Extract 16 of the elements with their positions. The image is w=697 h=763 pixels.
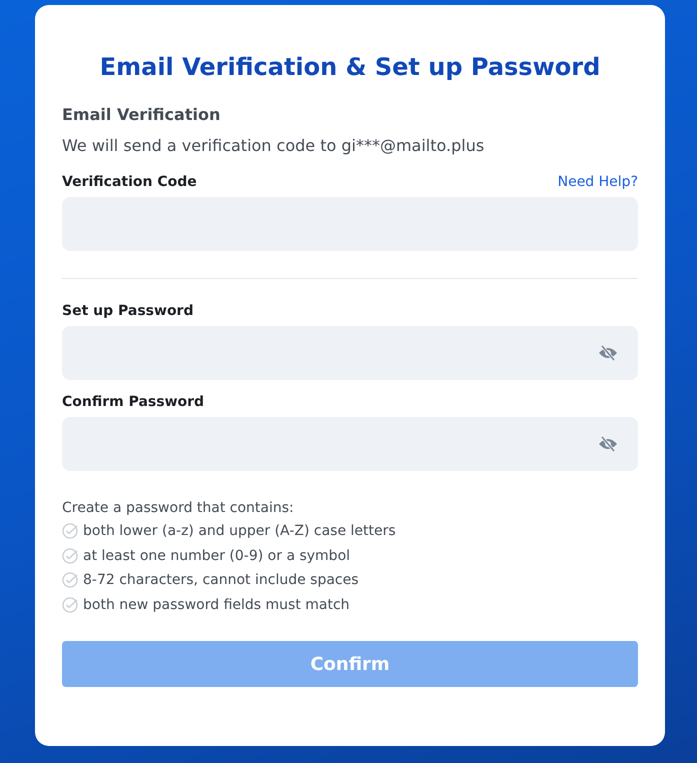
field-label: Verification Code: [62, 174, 197, 190]
field-label: Confirm Password: [62, 394, 204, 410]
help-link[interactable]: Need Help?: [558, 174, 638, 190]
eye-slash-icon[interactable]: [598, 436, 618, 452]
field-label: Set up Password: [62, 303, 194, 319]
requirement-text: both new password fields must match: [83, 596, 350, 614]
requirements-intro: Create a password that contains:: [62, 499, 295, 518]
requirement-text: at least one number (0-9) or a symbol: [83, 546, 350, 566]
info-message: We will send a verification code to gi***@mailto.plus: [62, 135, 486, 157]
section-heading: Email Verification: [62, 104, 222, 126]
password-input-field[interactable]: [62, 417, 638, 471]
password-input-field[interactable]: [62, 326, 638, 380]
requirement-text: 8-72 characters, cannot include spaces: [83, 571, 359, 590]
page-title: Email Verification & Set up Password: [98, 52, 602, 83]
requirement-text: both lower (a-z) and upper (A-Z) case letters: [83, 522, 396, 541]
eye-slash-icon[interactable]: [598, 345, 618, 361]
